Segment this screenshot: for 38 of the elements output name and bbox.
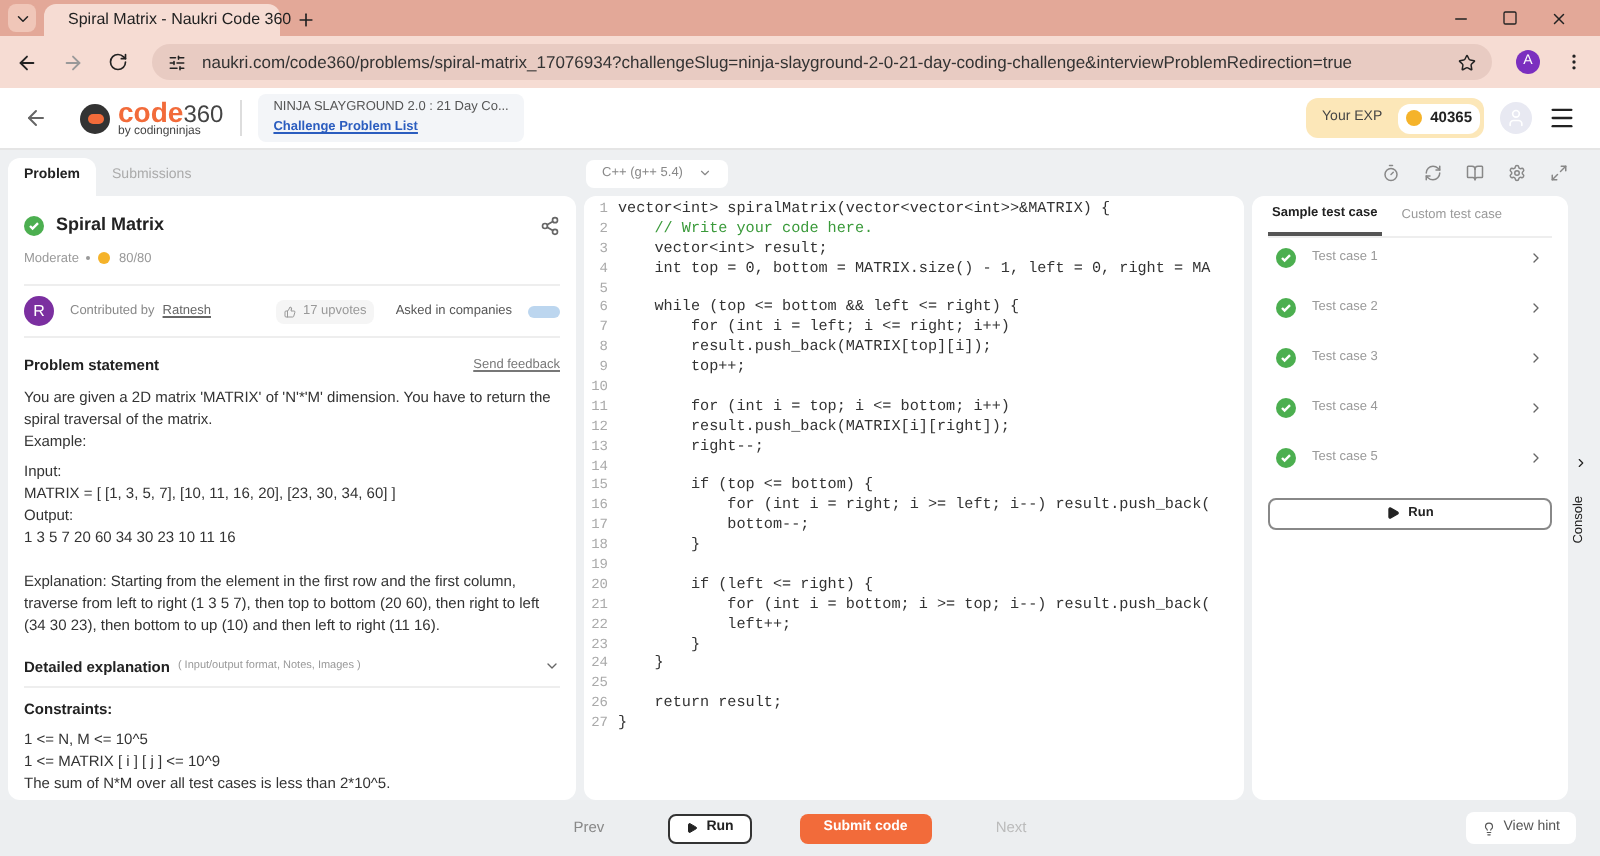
- logo-text: code: [118, 98, 184, 126]
- coin-icon: [1406, 110, 1423, 126]
- chevron-icon: [1528, 249, 1544, 266]
- lightbulb-icon: [1481, 821, 1496, 835]
- back-icon[interactable]: [24, 106, 48, 130]
- new-tab-icon[interactable]: [296, 10, 316, 30]
- settings-icon[interactable]: [1508, 164, 1526, 182]
- chevron-icon: [1528, 449, 1544, 466]
- problem-title: Spiral Matrix: [56, 212, 165, 238]
- logo-number: 360: [183, 102, 224, 126]
- bookmark-icon[interactable]: [1458, 53, 1476, 71]
- chevron-icon: [1528, 399, 1544, 416]
- close-window-icon[interactable]: [1550, 10, 1568, 28]
- coin-icon: [98, 252, 111, 265]
- thumbs-up-icon: [283, 305, 295, 318]
- notes-icon[interactable]: [1466, 164, 1484, 182]
- timer-icon[interactable]: [1382, 164, 1400, 182]
- tab-title: Spiral Matrix - Naukri Code 360: [68, 8, 292, 32]
- address-field[interactable]: naukri.com/code360/problems/spiral-matrix_17076934?challengeSlug=ninja-slayground-2-0-21-day-coding-challenge&interviewProblemRedirection=true: [152, 44, 1492, 80]
- play-icon: [686, 822, 699, 834]
- reload-icon[interactable]: [108, 52, 128, 72]
- tab-list-button[interactable]: [8, 4, 36, 32]
- company-logo: [528, 305, 560, 318]
- url-text: naukri.com/code360/problems/spiral-matrix_17076934?challengeSlug=ninja-slayground-2-0-21-day-coding-challenge&interviewProblemRedirection=true: [202, 49, 1353, 75]
- site-settings-icon[interactable]: [168, 53, 186, 71]
- menu-icon[interactable]: [1548, 104, 1576, 132]
- contributor-avatar: R: [24, 296, 54, 327]
- chevron-icon: [1528, 299, 1544, 316]
- chevron-down-icon: [698, 166, 713, 180]
- chevron-icon: [1528, 349, 1544, 366]
- logo-icon: [80, 103, 110, 133]
- fullscreen-icon[interactable]: [1550, 164, 1568, 182]
- chevron-icon: [1573, 456, 1587, 470]
- maximize-icon[interactable]: [1502, 10, 1518, 26]
- back-icon[interactable]: [16, 51, 38, 73]
- play-icon: [1386, 506, 1401, 521]
- reset-icon[interactable]: [1424, 164, 1442, 182]
- share-icon[interactable]: [540, 215, 560, 236]
